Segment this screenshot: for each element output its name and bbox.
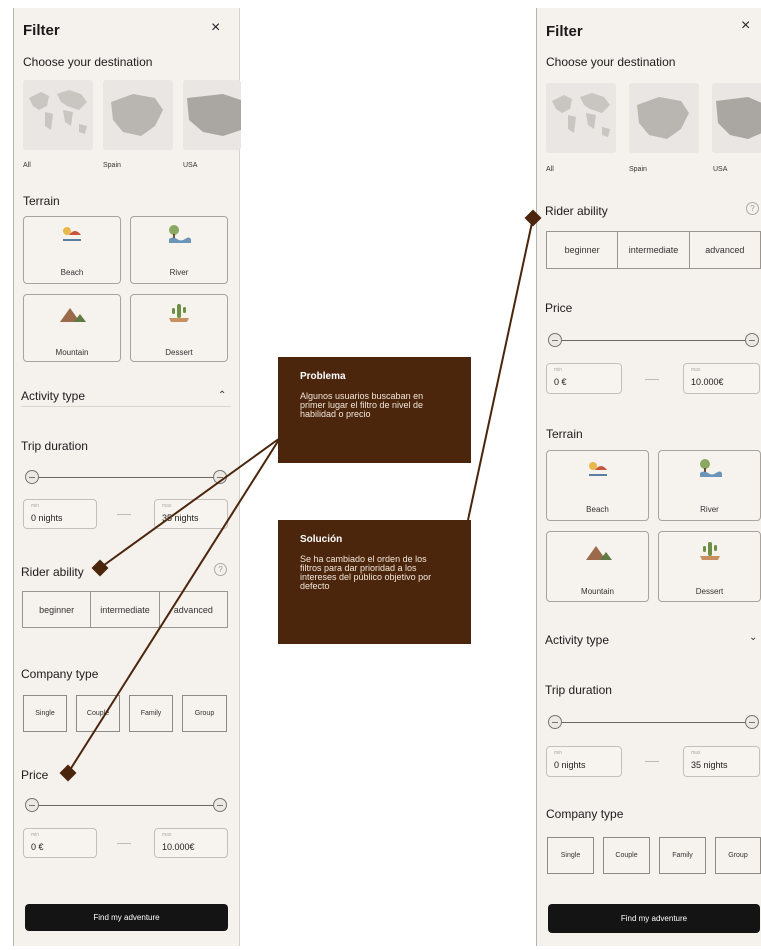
solution-title: Solución bbox=[300, 534, 343, 545]
connector-marker bbox=[59, 764, 77, 782]
solution-note: Solución Se ha cambiado el orden de los … bbox=[278, 520, 471, 644]
design-comparison-canvas: Filter × Choose your destination All Spa… bbox=[0, 0, 761, 950]
annotation-connectors bbox=[59, 209, 542, 782]
problem-note: Problema Algunos usuarios buscaban en pr… bbox=[278, 357, 471, 463]
connector-marker bbox=[91, 559, 109, 577]
connector-problem-price bbox=[67, 437, 281, 774]
connector-problem-rider bbox=[99, 437, 281, 569]
connector-solution-rider bbox=[467, 217, 534, 521]
connector-marker bbox=[524, 209, 542, 227]
solution-text: Se ha cambiado el orden de los filtros p… bbox=[300, 554, 432, 591]
problem-text: Algunos usuarios buscaban en primer luga… bbox=[300, 391, 424, 419]
problem-title: Problema bbox=[300, 371, 346, 382]
